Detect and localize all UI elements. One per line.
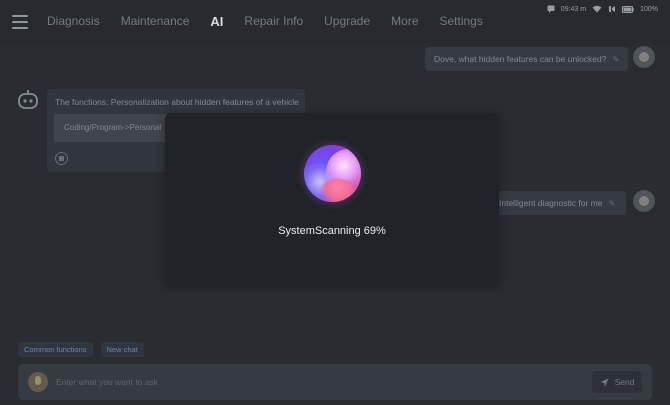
scanning-status: SystemScanning 69%	[278, 225, 386, 237]
ai-orb-icon	[304, 145, 361, 202]
scanning-dialog: SystemScanning 69%	[165, 113, 499, 286]
